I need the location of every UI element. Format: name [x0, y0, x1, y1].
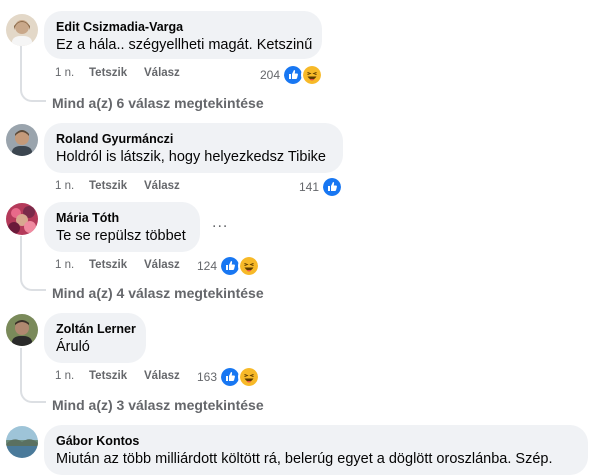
avatar[interactable] [6, 203, 38, 235]
reply-button[interactable]: Válasz [144, 259, 180, 271]
reaction-count: 163 [197, 370, 218, 384]
like-button[interactable]: Tetszik [89, 370, 127, 382]
thread-line [20, 236, 22, 279]
reaction-summary[interactable]: 124 [197, 255, 261, 277]
comment-author[interactable]: Zoltán Lerner [56, 321, 136, 337]
thread-line [20, 348, 22, 391]
comment-time[interactable]: 1 n. [55, 67, 74, 79]
comment-text: Holdról is látszik, hogy helyezkedsz Tib… [56, 149, 326, 165]
view-replies-link[interactable]: Mind a(z) 4 válasz megtekintése [52, 285, 264, 301]
haha-icon [301, 64, 324, 86]
avatar[interactable] [6, 14, 38, 46]
haha-icon [238, 255, 261, 277]
reply-button[interactable]: Válasz [144, 67, 180, 79]
comment-bubble: Mária Tóth Te se repülsz többet [44, 202, 200, 252]
comment-time[interactable]: 1 n. [55, 259, 74, 271]
comment-author[interactable]: Roland Gyurmánczi [56, 131, 331, 147]
comment-time[interactable]: 1 n. [55, 370, 74, 382]
thread-curve [20, 389, 46, 403]
reaction-count: 141 [299, 180, 320, 194]
thread-curve [20, 277, 46, 291]
comment-text: Te se repülsz többet [56, 228, 186, 244]
view-replies-link[interactable]: Mind a(z) 3 válasz megtekintése [52, 397, 264, 413]
haha-icon [238, 366, 261, 388]
comment-bubble: Edit Csizmadia-Varga Ez a hála.. szégyel… [44, 11, 322, 59]
reaction-summary[interactable]: 204 [260, 64, 324, 86]
thread-curve [20, 88, 46, 102]
comment-author[interactable]: Gábor Kontos [56, 433, 576, 449]
like-icon [321, 176, 344, 198]
reply-button[interactable]: Válasz [144, 370, 180, 382]
reaction-summary[interactable]: 141 [299, 176, 344, 198]
comment-bubble: Roland Gyurmánczi Holdról is látszik, ho… [44, 123, 343, 173]
reaction-count: 124 [197, 259, 218, 273]
comment-text: Ez a hála.. szégyellheti magát. Ketszinű [56, 37, 313, 53]
comment-text: Áruló [56, 339, 90, 355]
avatar[interactable] [6, 426, 38, 458]
like-button[interactable]: Tetszik [89, 259, 127, 271]
comment-time[interactable]: 1 n. [55, 180, 74, 192]
like-button[interactable]: Tetszik [89, 180, 127, 192]
comment-author[interactable]: Edit Csizmadia-Varga [56, 19, 310, 35]
avatar[interactable] [6, 314, 38, 346]
more-options-icon[interactable]: ... [212, 214, 228, 232]
comment-bubble: Zoltán Lerner Áruló [44, 313, 146, 363]
comment-text: Miután az több milliárdott költött rá, b… [56, 451, 553, 467]
avatar[interactable] [6, 124, 38, 156]
view-replies-link[interactable]: Mind a(z) 6 válasz megtekintése [52, 95, 264, 111]
comment-author[interactable]: Mária Tóth [56, 210, 188, 226]
comment-bubble: Gábor Kontos Miután az több milliárdott … [44, 425, 588, 475]
like-button[interactable]: Tetszik [89, 67, 127, 79]
reply-button[interactable]: Válasz [144, 180, 180, 192]
reaction-summary[interactable]: 163 [197, 366, 261, 388]
reaction-count: 204 [260, 68, 281, 82]
thread-line [20, 46, 22, 90]
